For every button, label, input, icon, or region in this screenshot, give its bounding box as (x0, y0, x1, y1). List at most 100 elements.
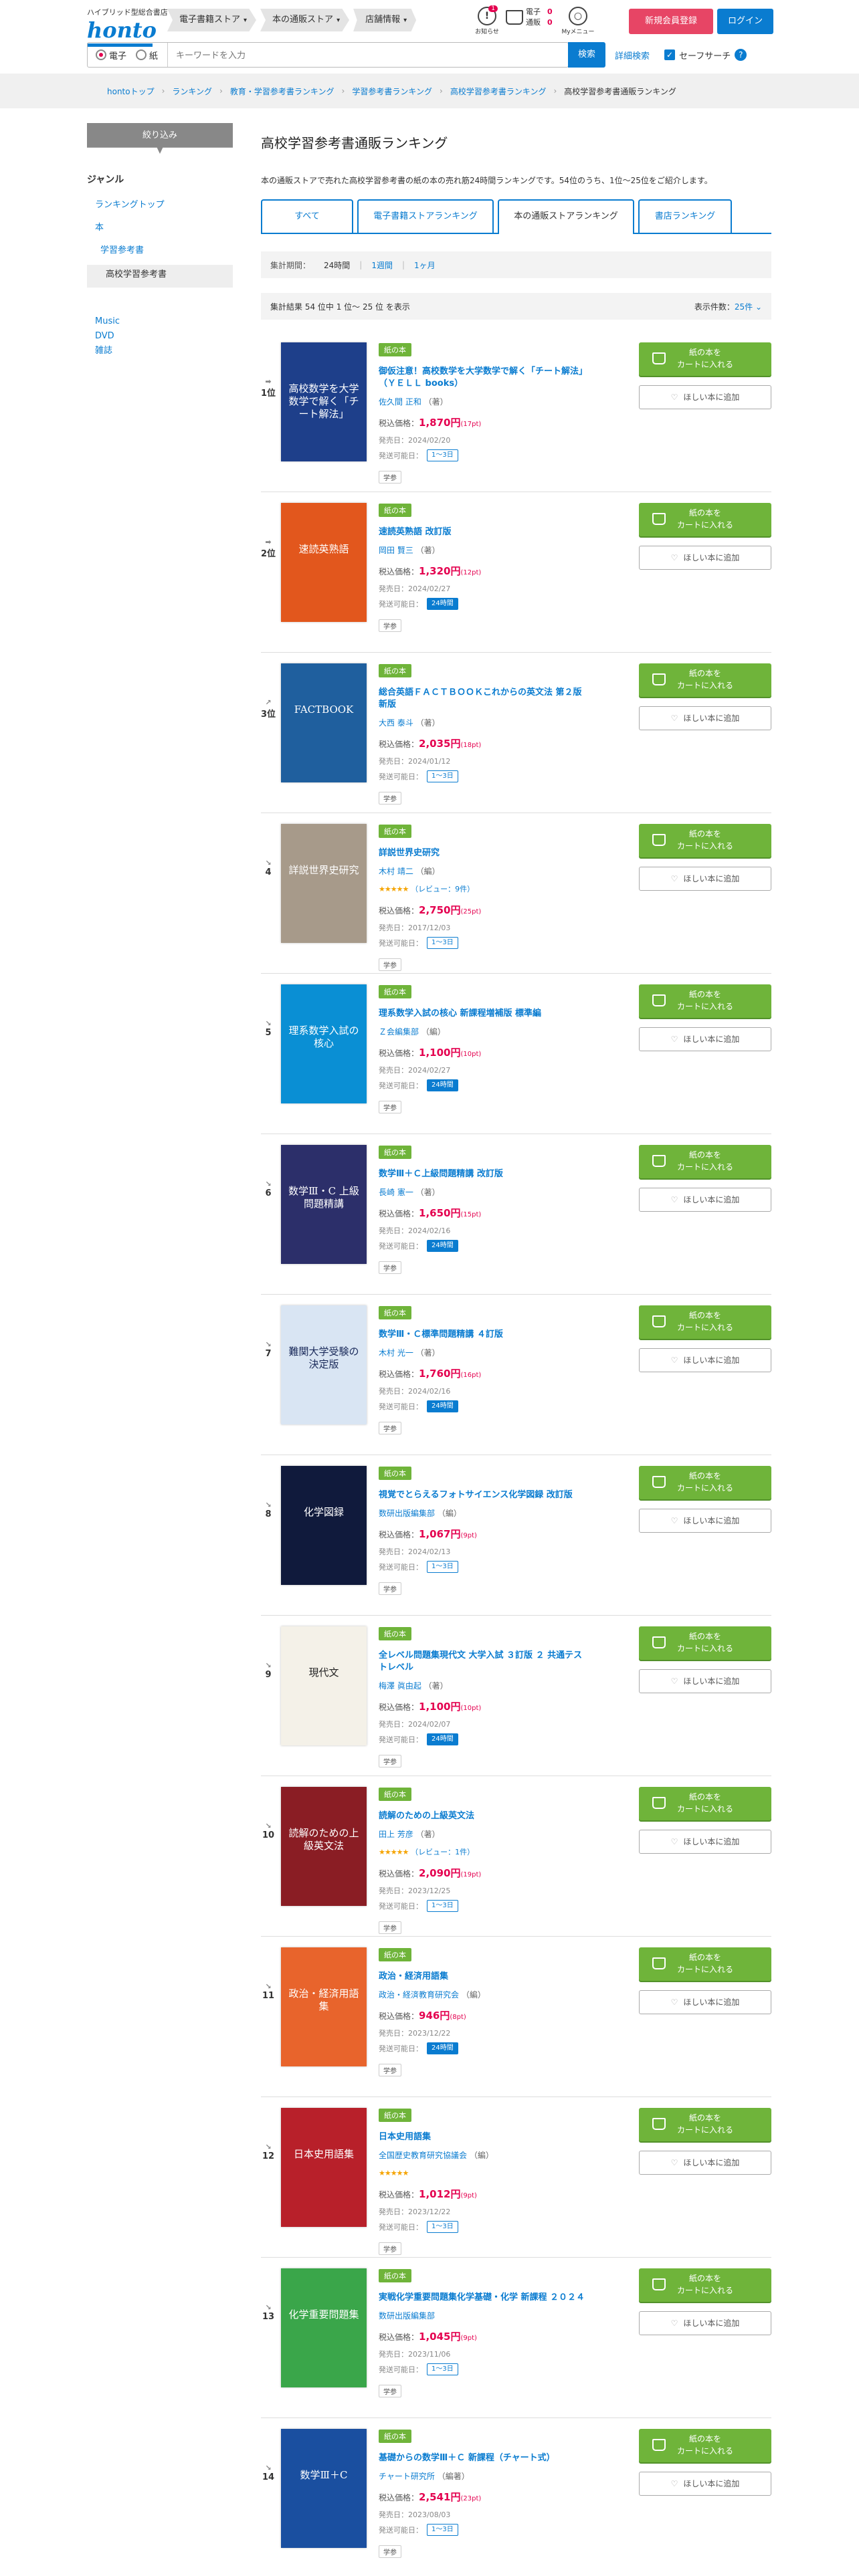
add-to-cart-button[interactable]: 紙の本を カートに入れる (639, 503, 771, 536)
book-title-link[interactable]: 詳説世界史研究 (379, 847, 586, 859)
mymenu-button[interactable]: ○ Myメニュー (559, 7, 597, 35)
author-link[interactable]: 梅澤 眞由起 (379, 1681, 421, 1691)
period-week-link[interactable]: 1週間 (371, 259, 393, 271)
tab-all[interactable]: すべて (261, 199, 353, 233)
book-title-link[interactable]: 速読英熟語 改訂版 (379, 526, 586, 538)
add-to-wishlist-button[interactable]: ♡ ほしい本に追加 (639, 1669, 771, 1693)
add-to-cart-button[interactable]: 紙の本を カートに入れる (639, 1947, 771, 1981)
category-tag[interactable]: 学参 (379, 2385, 401, 2397)
category-tag[interactable]: 学参 (379, 958, 401, 971)
category-tag[interactable]: 学参 (379, 792, 401, 804)
login-button[interactable]: ログイン (717, 9, 773, 34)
add-to-cart-button[interactable]: 紙の本を カートに入れる (639, 2429, 771, 2462)
author-link[interactable]: 数研出版編集部 (379, 1509, 435, 1518)
tab-store-ranking[interactable]: 書店ランキング (638, 199, 732, 233)
add-to-cart-button[interactable]: 紙の本を カートに入れる (639, 663, 771, 697)
period-month-link[interactable]: 1ヶ月 (414, 259, 436, 271)
add-to-wishlist-button[interactable]: ♡ ほしい本に追加 (639, 867, 771, 891)
display-count-select[interactable]: 25件 ⌄ (735, 302, 762, 312)
book-cover[interactable]: 高校数学を大学数学で解く「チート解法」 (281, 342, 367, 461)
add-to-wishlist-button[interactable]: ♡ ほしい本に追加 (639, 2151, 771, 2175)
book-title-link[interactable]: 読解のための上級英文法 (379, 1810, 586, 1822)
book-title-link[interactable]: 実戦化学重要問題集化学基礎・化学 新課程 ２０２４ (379, 2292, 586, 2304)
book-title-link[interactable]: 全レベル問題集現代文 大学入試 ３訂版 ２ 共通テストレベル (379, 1650, 586, 1674)
cart-button[interactable]: 電子 0 通販 0 (506, 7, 559, 28)
add-to-cart-button[interactable]: 紙の本を カートに入れる (639, 1626, 771, 1660)
author-link[interactable]: 木村 靖二 (379, 867, 413, 876)
author-link[interactable]: 木村 光一 (379, 1348, 413, 1358)
book-title-link[interactable]: 数学Ⅲ＋Ｃ上級問題精講 改訂版 (379, 1168, 586, 1180)
breadcrumb-item[interactable]: 高校学習参考書ランキング (450, 86, 547, 97)
book-cover[interactable]: FACTBOOK (281, 663, 367, 782)
author-link[interactable]: 全国歴史教育研究協議会 (379, 2151, 467, 2160)
author-link[interactable]: Ｚ会編集部 (379, 1027, 419, 1037)
book-title-link[interactable]: 数学Ⅲ・Ｃ標準問題精講 ４訂版 (379, 1329, 586, 1341)
category-tag[interactable]: 学参 (379, 1755, 401, 1767)
book-title-link[interactable]: 御仮注意！高校数学を大学数学で解く「チート解法」（ＹＥＬＬ books） (379, 366, 586, 390)
book-cover[interactable]: 読解のための上級英文法 (281, 1787, 367, 1906)
add-to-wishlist-button[interactable]: ♡ ほしい本に追加 (639, 1027, 771, 1051)
category-tag[interactable]: 学参 (379, 471, 401, 484)
add-to-wishlist-button[interactable]: ♡ ほしい本に追加 (639, 2311, 771, 2335)
add-to-cart-button[interactable]: 紙の本を カートに入れる (639, 824, 771, 857)
category-tag[interactable]: 学参 (379, 2064, 401, 2076)
radio-paper[interactable] (136, 49, 147, 60)
add-to-cart-button[interactable]: 紙の本を カートに入れる (639, 342, 771, 376)
breadcrumb-item[interactable]: 学習参考書ランキング (352, 86, 432, 97)
add-to-cart-button[interactable]: 紙の本を カートに入れる (639, 1305, 771, 1339)
book-title-link[interactable]: 日本史用語集 (379, 2131, 586, 2143)
notice-button[interactable]: ! 1 お知らせ (468, 5, 506, 35)
add-to-wishlist-button[interactable]: ♡ ほしい本に追加 (639, 1830, 771, 1854)
author-link[interactable]: 大西 泰斗 (379, 718, 413, 728)
book-title-link[interactable]: 政治・経済用語集 (379, 1971, 586, 1983)
tab-mailorder-store[interactable]: 本の通販ストア ▾ (260, 9, 350, 31)
book-cover[interactable]: 難関大学受験の決定版 (281, 1305, 367, 1424)
book-title-link[interactable]: 視覚でとらえるフォトサイエンス化学図録 改訂版 (379, 1489, 586, 1501)
add-to-cart-button[interactable]: 紙の本を カートに入れる (639, 2108, 771, 2141)
author-link[interactable]: 長崎 憲一 (379, 1188, 413, 1197)
book-cover[interactable]: 政治・経済用語集 (281, 1947, 367, 2066)
tab-ebook-ranking[interactable]: 電子書籍ストアランキング (357, 199, 494, 233)
search-input[interactable] (167, 43, 568, 67)
sidebar-book[interactable]: 本 (87, 218, 233, 241)
book-cover[interactable]: 現代文 (281, 1626, 367, 1745)
breadcrumb-item[interactable]: 教育・学習参考書ランキング (230, 86, 335, 97)
sidebar-magazine[interactable]: 雑誌 (87, 344, 233, 358)
category-tag[interactable]: 学参 (379, 2242, 401, 2255)
author-link[interactable]: 政治・経済教育研究会 (379, 1990, 459, 2000)
category-tag[interactable]: 学参 (379, 2545, 401, 2558)
safe-search-toggle[interactable]: ✓ セーフサーチ ? (664, 49, 747, 62)
tab-store-info[interactable]: 店舗情報 ▾ (353, 9, 417, 31)
add-to-cart-button[interactable]: 紙の本を カートに入れる (639, 984, 771, 1018)
author-link[interactable]: 田上 芳彦 (379, 1830, 413, 1839)
sidebar-ranking-top[interactable]: ランキングトップ (87, 195, 233, 218)
book-cover[interactable]: 速読英熟語 (281, 503, 367, 622)
author-link[interactable]: 数研出版編集部 (379, 2311, 435, 2321)
sidebar-study[interactable]: 学習参考書 (87, 241, 233, 263)
book-cover[interactable]: 数学Ⅲ＋C (281, 2429, 367, 2548)
add-to-cart-button[interactable]: 紙の本を カートに入れる (639, 1145, 771, 1178)
tab-mailorder-ranking[interactable]: 本の通販ストアランキング (498, 199, 634, 234)
radio-ebook[interactable] (96, 49, 106, 60)
book-cover[interactable]: 日本史用語集 (281, 2108, 367, 2227)
add-to-wishlist-button[interactable]: ♡ ほしい本に追加 (639, 1348, 771, 1372)
add-to-cart-button[interactable]: 紙の本を カートに入れる (639, 1787, 771, 1820)
advanced-search-link[interactable]: 詳細検索 (615, 49, 650, 62)
search-button[interactable]: 検索 (568, 42, 605, 68)
add-to-cart-button[interactable]: 紙の本を カートに入れる (639, 2268, 771, 2302)
add-to-wishlist-button[interactable]: ♡ ほしい本に追加 (639, 546, 771, 570)
category-tag[interactable]: 学参 (379, 1261, 401, 1274)
breadcrumb-item[interactable]: ランキング (172, 86, 212, 97)
book-title-link[interactable]: 総合英語ＦＡＣＴＢＯＯＫこれからの英文法 第２版新版 (379, 687, 586, 711)
review-count-link[interactable]: （レビュー：1件） (411, 1848, 474, 1856)
add-to-cart-button[interactable]: 紙の本を カートに入れる (639, 1466, 771, 1499)
add-to-wishlist-button[interactable]: ♡ ほしい本に追加 (639, 385, 771, 409)
tab-ebook-store[interactable]: 電子書籍ストア ▾ (167, 9, 257, 31)
book-cover[interactable]: 理系数学入試の核心 (281, 984, 367, 1103)
category-tag[interactable]: 学参 (379, 619, 401, 632)
register-button[interactable]: 新規会員登録 (629, 9, 713, 34)
category-tag[interactable]: 学参 (379, 1921, 401, 1934)
book-cover[interactable]: 詳説世界史研究 (281, 824, 367, 943)
category-tag[interactable]: 学参 (379, 1101, 401, 1113)
category-tag[interactable]: 学参 (379, 1582, 401, 1595)
